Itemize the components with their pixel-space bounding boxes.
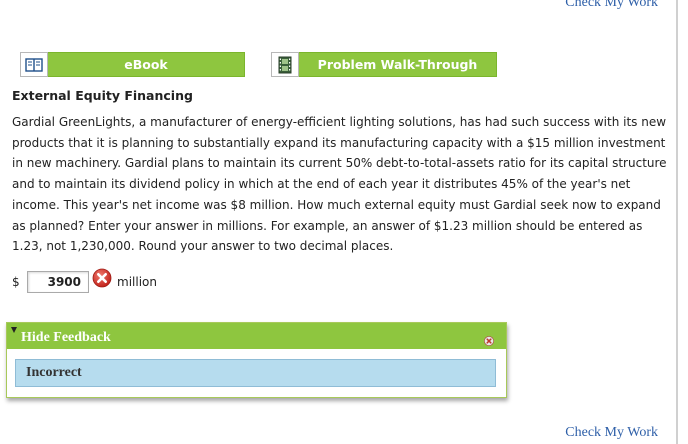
- answer-row: $ million: [12, 268, 157, 294]
- feedback-status-box: Incorrect: [15, 359, 496, 387]
- currency-symbol: $: [12, 275, 20, 289]
- ebook-label: eBook: [48, 52, 245, 77]
- answer-unit: million: [117, 275, 157, 289]
- close-feedback-icon[interactable]: [484, 331, 494, 346]
- frame-border: [676, 0, 678, 444]
- collapse-arrow-icon: [11, 327, 17, 333]
- incorrect-x-icon: [92, 268, 112, 288]
- ebook-button[interactable]: eBook: [20, 52, 245, 77]
- question-text: Gardial GreenLights, a manufacturer of e…: [12, 115, 667, 254]
- problem-walk-through-label: Problem Walk-Through: [299, 52, 497, 77]
- hide-feedback-label: Hide Feedback: [21, 330, 111, 345]
- check-my-work-link-top[interactable]: Check My Work: [565, 0, 658, 11]
- hide-feedback-toggle[interactable]: Hide Feedback: [7, 323, 506, 349]
- book-icon: [20, 52, 48, 77]
- check-my-work-link-bottom[interactable]: Check My Work: [565, 425, 658, 441]
- feedback-status: Incorrect: [26, 365, 82, 380]
- feedback-panel: Hide Feedback Incorrect: [6, 322, 507, 398]
- problem-walk-through-button[interactable]: Problem Walk-Through: [271, 52, 497, 77]
- film-strip-icon: [271, 52, 299, 77]
- question-title: External Equity Financing: [12, 88, 193, 103]
- answer-input[interactable]: [27, 271, 89, 293]
